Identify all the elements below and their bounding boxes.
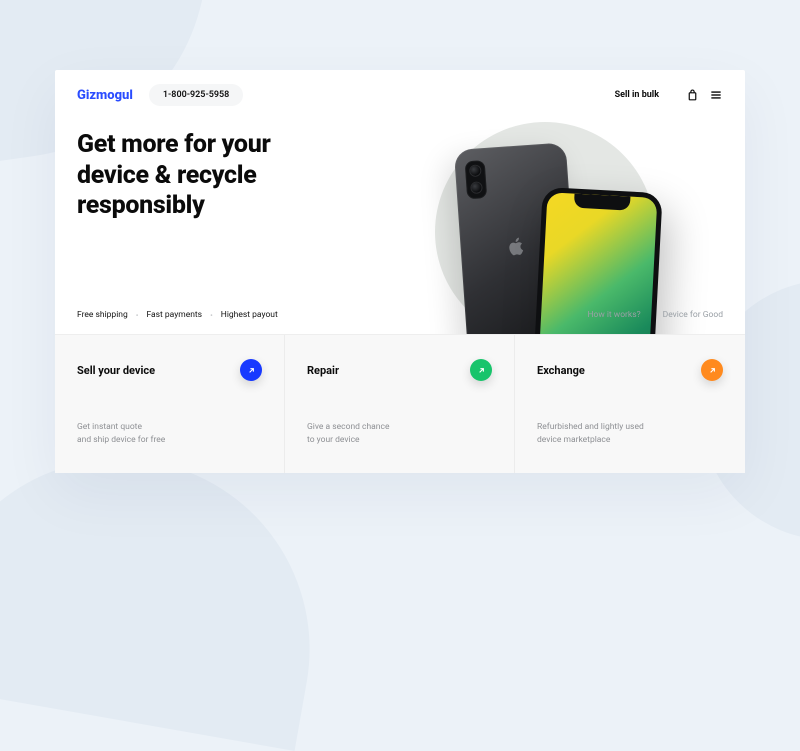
tile-exchange[interactable]: Exchange Refurbished and lightly used de… [515, 335, 745, 473]
tile-description: Refurbished and lightly used device mark… [537, 421, 723, 447]
menu-icon[interactable] [709, 88, 723, 102]
apple-logo-icon [506, 233, 528, 258]
background-shape [0, 429, 340, 751]
separator-dot: • [210, 311, 213, 320]
sell-in-bulk-link[interactable]: Sell in bulk [615, 90, 659, 100]
tile-title: Repair [307, 364, 339, 377]
main-card: Gizmogul 1-800-925-5958 Sell in bulk [55, 70, 745, 473]
arrow-icon[interactable] [470, 359, 492, 381]
feature-item: Free shipping [77, 310, 128, 320]
hero-section: Get more for your device & recycle respo… [55, 116, 745, 334]
hero-features: Free shipping • Fast payments • Highest … [77, 310, 278, 320]
tile-title: Exchange [537, 364, 585, 377]
tile-title: Sell your device [77, 364, 155, 377]
feature-item: Fast payments [146, 310, 202, 320]
action-tiles: Sell your device Get instant quote and s… [55, 334, 745, 473]
device-for-good-link[interactable]: Device for Good [663, 310, 723, 320]
tile-description: Get instant quote and ship device for fr… [77, 421, 262, 447]
separator-dot: • [136, 311, 139, 320]
logo[interactable]: Gizmogul [77, 88, 133, 103]
hero-title: Get more for your device & recycle respo… [77, 130, 357, 222]
arrow-icon[interactable] [701, 359, 723, 381]
cart-icon[interactable] [685, 88, 699, 102]
header: Gizmogul 1-800-925-5958 Sell in bulk [55, 70, 745, 116]
tile-sell[interactable]: Sell your device Get instant quote and s… [55, 335, 285, 473]
hero-secondary-links: How it works? Device for Good [587, 310, 723, 320]
tile-description: Give a second chance to your device [307, 421, 492, 447]
how-it-works-link[interactable]: How it works? [587, 310, 640, 320]
feature-item: Highest payout [221, 310, 278, 320]
tile-repair[interactable]: Repair Give a second chance to your devi… [285, 335, 515, 473]
arrow-icon[interactable] [240, 359, 262, 381]
phone-number-button[interactable]: 1-800-925-5958 [149, 84, 243, 106]
